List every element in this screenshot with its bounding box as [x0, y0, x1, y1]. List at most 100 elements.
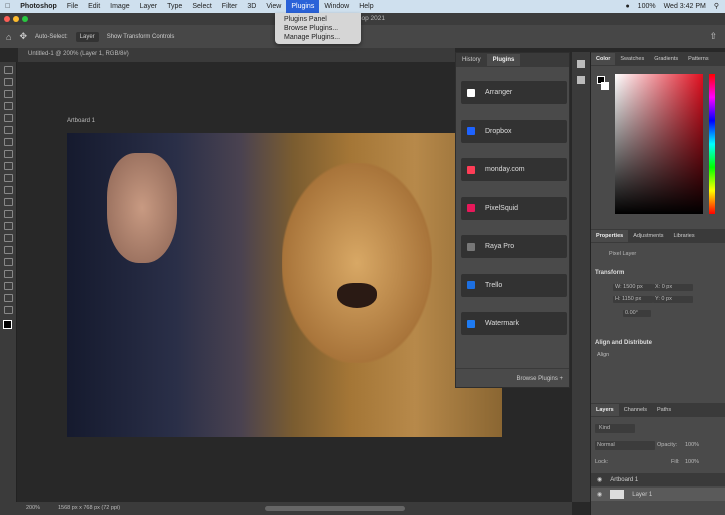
tab-properties[interactable]: Properties: [591, 230, 629, 242]
healing-tool[interactable]: [3, 150, 13, 158]
menu-type[interactable]: Type: [162, 0, 187, 13]
dodge-tool[interactable]: [3, 234, 13, 242]
document-tab[interactable]: Untitled-1 @ 200% (Layer 1, RGB/8#): [18, 48, 455, 62]
tab-patterns[interactable]: Patterns: [683, 53, 713, 65]
marquee-tool[interactable]: [3, 78, 13, 86]
apple-icon[interactable]: : [0, 0, 15, 13]
auto-select-checkbox[interactable]: Auto-Select:: [35, 34, 68, 40]
hand-tool[interactable]: [3, 294, 13, 302]
zoom-level[interactable]: 200%: [26, 505, 40, 511]
close-window-button[interactable]: [4, 16, 10, 22]
plugin-button-pixelsquid[interactable]: PixelSquid: [461, 196, 567, 220]
align-section[interactable]: Align and Distribute: [595, 340, 652, 346]
gradient-tool[interactable]: [3, 210, 13, 218]
y-field[interactable]: Y: 0 px: [655, 296, 672, 302]
menu-layer[interactable]: Layer: [135, 0, 163, 13]
menu-view[interactable]: View: [261, 0, 286, 13]
panel-toggle-icon[interactable]: [577, 60, 585, 68]
tab-layers[interactable]: Layers: [591, 404, 619, 416]
share-icon[interactable]: ⇧: [709, 31, 717, 42]
clock[interactable]: Wed 3:42 PM: [664, 0, 706, 13]
plugin-label: Arranger: [485, 89, 513, 96]
wifi-icon[interactable]: ●: [625, 0, 629, 13]
tab-channels[interactable]: Channels: [619, 404, 652, 416]
height-field[interactable]: H: 1150 px: [615, 296, 641, 302]
plugin-icon: [467, 165, 475, 174]
panel-toggle-icon[interactable]: [577, 76, 585, 84]
minimize-window-button[interactable]: [13, 16, 19, 22]
plugin-icon: [467, 204, 475, 212]
hue-slider[interactable]: [709, 74, 715, 214]
brush-tool[interactable]: [3, 162, 13, 170]
background-color[interactable]: [601, 82, 609, 90]
menu-app[interactable]: Photoshop: [15, 0, 62, 13]
lasso-tool[interactable]: [3, 90, 13, 98]
tab-libraries[interactable]: Libraries: [668, 230, 699, 242]
x-field[interactable]: X: 0 px: [655, 284, 672, 290]
color-picker-field[interactable]: [615, 74, 703, 214]
plugin-button-arranger[interactable]: Arranger: [461, 81, 567, 104]
tab-color[interactable]: Color: [591, 53, 616, 65]
tab-adjustments[interactable]: Adjustments: [628, 230, 668, 242]
document-size[interactable]: 1568 px x 768 px (72 ppi): [58, 505, 120, 511]
zoom-window-button[interactable]: [22, 16, 28, 22]
menu-3d[interactable]: 3D: [242, 0, 261, 13]
plugin-button-trello[interactable]: Trello: [461, 273, 567, 297]
crop-tool[interactable]: [3, 114, 13, 122]
layer-filter-select[interactable]: Kind: [599, 425, 610, 431]
transform-section[interactable]: Transform: [595, 270, 624, 276]
menu-item-browse-plugins[interactable]: Browse Plugins...: [275, 24, 361, 33]
zoom-tool[interactable]: [3, 306, 13, 314]
blur-tool[interactable]: [3, 222, 13, 230]
menu-window[interactable]: Window: [319, 0, 354, 13]
plugin-button-mondaycom[interactable]: monday.com: [461, 158, 567, 181]
history-brush-tool[interactable]: [3, 186, 13, 194]
move-tool[interactable]: [3, 66, 13, 74]
tab-swatches[interactable]: Swatches: [615, 53, 649, 65]
menu-file[interactable]: File: [62, 0, 83, 13]
menu-help[interactable]: Help: [354, 0, 378, 13]
menu-plugins[interactable]: Plugins: [286, 0, 320, 13]
menu-edit[interactable]: Edit: [83, 0, 105, 13]
search-icon[interactable]: ⚲: [714, 0, 719, 13]
shape-tool[interactable]: [3, 282, 13, 290]
angle-field[interactable]: 0.00°: [625, 310, 638, 316]
type-tool[interactable]: [3, 258, 13, 266]
eyedropper-tool[interactable]: [3, 138, 13, 146]
menu-select[interactable]: Select: [187, 0, 216, 13]
layer-select[interactable]: Layer: [75, 31, 99, 42]
tab-paths[interactable]: Paths: [652, 404, 676, 416]
width-field[interactable]: W: 1500 px: [615, 284, 643, 290]
plugin-button-watermark[interactable]: Watermark: [461, 312, 567, 335]
eraser-tool[interactable]: [3, 198, 13, 206]
select-tool[interactable]: [3, 102, 13, 110]
menu-image[interactable]: Image: [105, 0, 134, 13]
frame-tool[interactable]: [3, 126, 13, 134]
browse-plugins-button[interactable]: Browse Plugins +: [516, 376, 563, 382]
canvas-image[interactable]: [67, 133, 502, 437]
plugin-button-dropbox[interactable]: Dropbox: [461, 119, 567, 143]
plugin-button-rayapro[interactable]: Raya Pro: [461, 235, 567, 258]
move-tool-icon[interactable]: ✥: [19, 31, 27, 42]
fill-field[interactable]: 100%: [685, 459, 699, 465]
eye-icon[interactable]: ◉: [597, 491, 602, 498]
foreground-color-swatch[interactable]: [3, 320, 12, 329]
opacity-field[interactable]: 100%: [685, 442, 699, 448]
layer-row-layer1[interactable]: ◉ Layer 1: [591, 488, 725, 501]
stamp-tool[interactable]: [3, 174, 13, 182]
home-icon[interactable]: ⌂: [6, 32, 11, 42]
pen-tool[interactable]: [3, 246, 13, 254]
menu-item-plugins-panel[interactable]: Plugins Panel: [275, 15, 361, 24]
layer-row-artboard[interactable]: ◉ Artboard 1: [591, 473, 725, 486]
tab-history[interactable]: History: [456, 54, 487, 66]
horizontal-scrollbar[interactable]: [265, 506, 405, 511]
menu-filter[interactable]: Filter: [217, 0, 243, 13]
blend-mode-select[interactable]: Normal: [597, 442, 615, 448]
eye-icon[interactable]: ◉: [597, 476, 602, 483]
show-transform-checkbox[interactable]: Show Transform Controls: [107, 34, 175, 40]
document-tab-label: Untitled-1 @ 200% (Layer 1, RGB/8#): [28, 51, 129, 57]
tab-plugins[interactable]: Plugins: [486, 54, 521, 66]
tab-gradients[interactable]: Gradients: [649, 53, 683, 65]
menu-item-manage-plugins[interactable]: Manage Plugins...: [275, 33, 361, 42]
path-select-tool[interactable]: [3, 270, 13, 278]
